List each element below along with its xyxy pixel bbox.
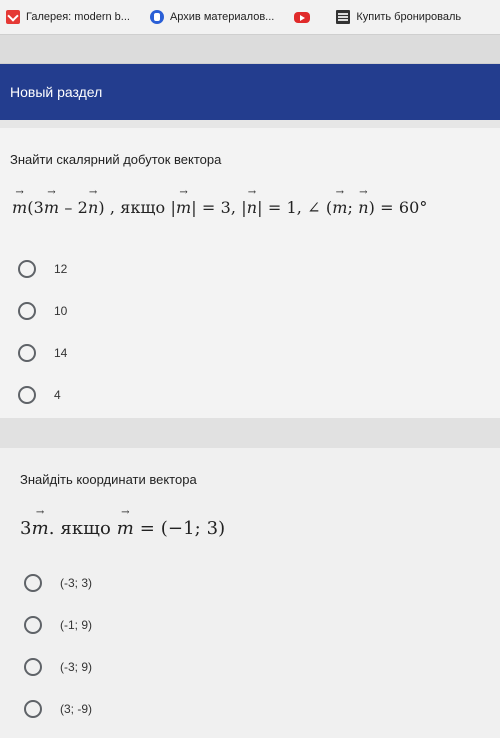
bookmark-buy[interactable]: Купить бронироваль [336, 10, 461, 24]
options-list: (-3; 3) (-1; 9) (-3; 9) (3; -9) [24, 562, 92, 730]
bookmark-label: Купить бронироваль [356, 11, 462, 23]
bookmark-youtube[interactable] [294, 11, 316, 23]
vector-m: m [12, 187, 28, 217]
option-14[interactable]: 14 [18, 332, 67, 374]
radio-button[interactable] [18, 302, 36, 320]
option-4[interactable]: 4 [18, 374, 67, 416]
option-d[interactable]: (3; -9) [24, 688, 92, 730]
bookmark-archive[interactable]: Архив материалов... [149, 10, 275, 24]
radio-button[interactable] [18, 260, 36, 278]
youtube-icon [294, 11, 311, 23]
radio-button[interactable] [24, 658, 42, 676]
buy-icon [336, 10, 351, 24]
option-label: 10 [54, 304, 68, 318]
option-label: (-3; 9) [60, 660, 93, 674]
bookmark-label: Галерея: modern b... [26, 11, 130, 23]
option-12[interactable]: 12 [18, 248, 67, 290]
bookmark-gallery[interactable]: Галерея: modern b... [6, 10, 130, 24]
option-label: (3; -9) [60, 702, 93, 716]
radio-button[interactable] [24, 700, 42, 718]
question-card-1: Знайти скалярний добуток вектора m(3m – … [0, 128, 500, 418]
radio-button[interactable] [24, 574, 42, 592]
option-label: 14 [54, 346, 68, 360]
option-label: 12 [54, 262, 68, 276]
option-a[interactable]: (-3; 3) [24, 562, 92, 604]
question-formula: m(3m – 2n) , якщо |m| = 3, |n| = 1, ∠ (m… [12, 187, 427, 217]
section-title: Новый раздел [10, 84, 103, 100]
option-label: (-1; 9) [60, 618, 93, 632]
bookmark-label: Архив материалов... [169, 11, 275, 23]
radio-button[interactable] [18, 386, 36, 404]
radio-button[interactable] [18, 344, 36, 362]
option-label: (-3; 3) [60, 576, 93, 590]
bookmarks-bar: Галерея: modern b... Архив материалов...… [0, 0, 500, 35]
option-10[interactable]: 10 [18, 290, 67, 332]
option-label: 4 [54, 388, 61, 402]
options-list: 12 10 14 4 [18, 248, 67, 416]
card-gap [0, 418, 500, 448]
question-title: Знайдіть координати вектора [20, 472, 197, 487]
option-c[interactable]: (-3; 9) [24, 646, 92, 688]
question-formula: 3m. якщо m = (−1; 3) [20, 507, 225, 539]
option-b[interactable]: (-1; 9) [24, 604, 92, 646]
section-header: Новый раздел [0, 64, 500, 120]
archive-icon [149, 10, 164, 24]
radio-button[interactable] [24, 616, 42, 634]
gallery-icon [6, 10, 20, 24]
question-card-2: Знайдіть координати вектора 3m. якщо m =… [0, 448, 500, 738]
top-strip [0, 35, 500, 64]
question-title: Знайти скалярний добуток вектора [10, 152, 222, 167]
